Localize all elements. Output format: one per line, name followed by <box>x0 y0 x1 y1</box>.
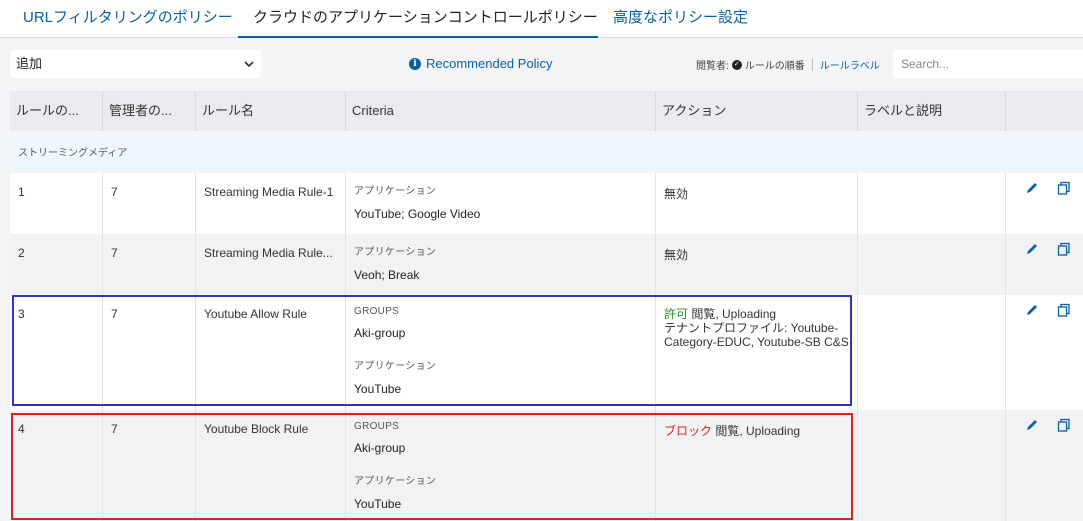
cell-admin: 7 <box>103 234 196 295</box>
criteria-value: Veoh; Break <box>354 268 420 282</box>
cell-rule-name: Streaming Media Rule-1 <box>196 173 346 234</box>
view-rule-order-option[interactable]: ルールの順番 <box>745 57 805 72</box>
edit-icon[interactable] <box>1025 181 1039 195</box>
cell-order: 1 <box>10 173 103 234</box>
highlight-box-block-rule <box>11 413 853 520</box>
copy-icon[interactable] <box>1057 242 1071 256</box>
copy-icon[interactable] <box>1057 418 1071 432</box>
add-select[interactable]: 追加 <box>10 50 261 78</box>
criteria-label: アプリケーション <box>354 186 437 197</box>
info-icon: i <box>409 57 421 70</box>
cell-action: 無効 <box>656 234 858 295</box>
column-header-admin[interactable]: 管理者の... <box>103 91 196 131</box>
recommended-policy-label: Recommended Policy <box>426 56 553 71</box>
divider <box>811 58 813 71</box>
edit-icon[interactable] <box>1025 303 1039 317</box>
column-header-rule-order[interactable]: ルールの... <box>10 91 103 131</box>
tab-advanced-policy[interactable]: 高度なポリシー設定 <box>613 0 748 38</box>
edit-icon[interactable] <box>1025 418 1039 432</box>
tab-cloud-app-control[interactable]: クラウドのアプリケーションコントロールポリシー <box>238 0 598 38</box>
tab-url-filtering[interactable]: URLフィルタリングのポリシー <box>23 0 233 38</box>
toolbar: 追加 i Recommended Policy 閲覧者: ✓ ルールの順番 ルー… <box>0 38 1083 90</box>
row-actions <box>1007 418 1083 436</box>
tab-bar: URLフィルタリングのポリシー クラウドのアプリケーションコントロールポリシー … <box>0 0 1083 38</box>
criteria-label: アプリケーション <box>354 247 437 258</box>
criteria-value: YouTube; Google Video <box>354 207 481 221</box>
cell-criteria: アプリケーション Veoh; Break <box>346 234 656 295</box>
view-by-label: 閲覧者: <box>696 61 729 72</box>
cell-rule-name: Streaming Media Rule... <box>196 234 346 295</box>
cell-criteria: アプリケーション YouTube; Google Video <box>346 173 656 234</box>
copy-icon[interactable] <box>1057 181 1071 195</box>
cell-label <box>858 173 1006 234</box>
row-actions <box>1007 242 1083 260</box>
view-rule-label-option[interactable]: ルールラベル <box>820 57 880 72</box>
cell-label <box>858 234 1006 295</box>
column-header-rule-name[interactable]: ルール名 <box>196 91 346 131</box>
column-header-criteria[interactable]: Criteria <box>346 91 656 131</box>
cell-label <box>858 410 1006 521</box>
cell-action: 無効 <box>656 173 858 234</box>
chevron-down-icon <box>244 61 254 68</box>
copy-icon[interactable] <box>1057 303 1071 317</box>
highlight-box-allow-rule <box>12 295 852 406</box>
column-header-tools <box>1006 91 1083 131</box>
table-row[interactable]: 2 7 Streaming Media Rule... アプリケーション Veo… <box>10 234 1083 295</box>
column-header-label-description[interactable]: ラベルと説明 <box>858 91 1006 131</box>
recommended-policy-link[interactable]: i Recommended Policy <box>409 56 552 71</box>
group-row-streaming-media: ストリーミングメディア <box>10 136 1083 171</box>
view-by: 閲覧者: ✓ ルールの順番 ルールラベル <box>696 57 880 72</box>
column-header-action[interactable]: アクション <box>656 91 858 131</box>
table-row[interactable]: 1 7 Streaming Media Rule-1 アプリケーション YouT… <box>10 173 1083 234</box>
edit-icon[interactable] <box>1025 242 1039 256</box>
cell-label <box>858 295 1006 410</box>
row-actions <box>1007 303 1083 321</box>
row-actions <box>1007 181 1083 199</box>
cell-admin: 7 <box>103 173 196 234</box>
cell-order: 2 <box>10 234 103 295</box>
search-input[interactable] <box>893 50 1083 78</box>
check-icon: ✓ <box>731 59 742 70</box>
add-select-value: 追加 <box>16 56 43 71</box>
